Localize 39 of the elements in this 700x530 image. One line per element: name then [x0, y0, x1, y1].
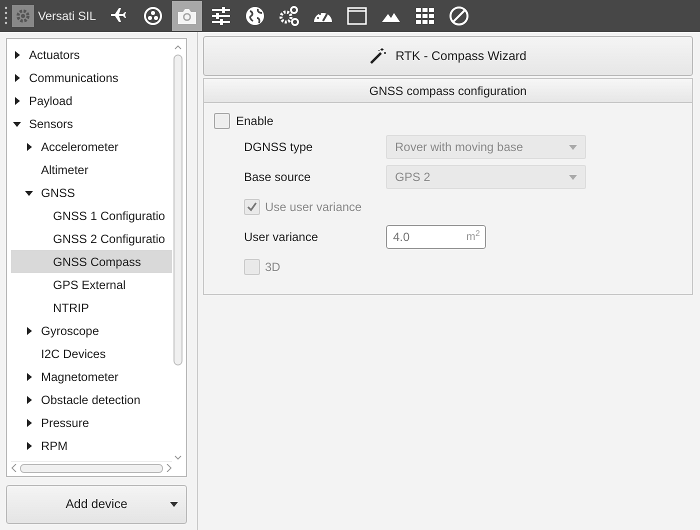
- tree-item[interactable]: NTRIP: [11, 296, 172, 319]
- enable-label: Enable: [236, 113, 274, 130]
- tree-item[interactable]: Magnetometer: [11, 365, 172, 388]
- checkbox-label: Use user variance: [265, 199, 362, 216]
- field-label: DGNSS type: [244, 139, 314, 156]
- wizard-button[interactable]: RTK - Compass Wizard: [203, 36, 693, 76]
- add-device-button[interactable]: Add device: [6, 485, 187, 524]
- scroll-left-icon[interactable]: [11, 464, 17, 472]
- tree-item[interactable]: Altimeter: [11, 158, 172, 181]
- tree-item[interactable]: GPS External: [11, 273, 172, 296]
- tree-item[interactable]: GNSS 2 Configuratio: [11, 227, 172, 250]
- tree-item[interactable]: I2C Devices: [11, 342, 172, 365]
- tree-item[interactable]: Gyroscope: [11, 319, 172, 342]
- grip-icon[interactable]: [4, 5, 8, 27]
- unit-label: m$^{2}$: [466, 229, 480, 245]
- tree-item[interactable]: Accelerometer: [11, 135, 172, 158]
- tree-item[interactable]: Payload: [11, 89, 172, 112]
- caret-icon: [569, 144, 577, 150]
- app-title: Versati SIL: [38, 8, 96, 25]
- field-label: Base source: [244, 169, 312, 186]
- field-label: User variance: [244, 229, 320, 246]
- tree-item[interactable]: GNSS Compass: [11, 250, 172, 273]
- checkbox[interactable]: [214, 113, 230, 129]
- tree-item[interactable]: GNSS: [11, 181, 172, 204]
- tree-item[interactable]: Pressure: [11, 411, 172, 434]
- tree-item[interactable]: Sensors: [11, 112, 172, 135]
- caret-icon: [170, 502, 178, 507]
- collapse-arrow-icon[interactable]: [23, 188, 35, 196]
- scroll-right-icon[interactable]: [166, 464, 172, 472]
- checkbox-label: 3D: [265, 259, 280, 276]
- tree-item[interactable]: GNSS 1 Configuratio: [11, 204, 172, 227]
- tree-item[interactable]: Actuators: [11, 43, 172, 66]
- horizontal-scrollbar[interactable]: [11, 461, 172, 474]
- tree-item[interactable]: Obstacle detection: [11, 388, 172, 411]
- tree-item[interactable]: Communications: [11, 66, 172, 89]
- collapse-arrow-icon[interactable]: [11, 120, 23, 128]
- tree-item[interactable]: RPM: [11, 434, 172, 457]
- magic-wand-icon: [369, 47, 388, 65]
- caret-icon: [569, 174, 577, 180]
